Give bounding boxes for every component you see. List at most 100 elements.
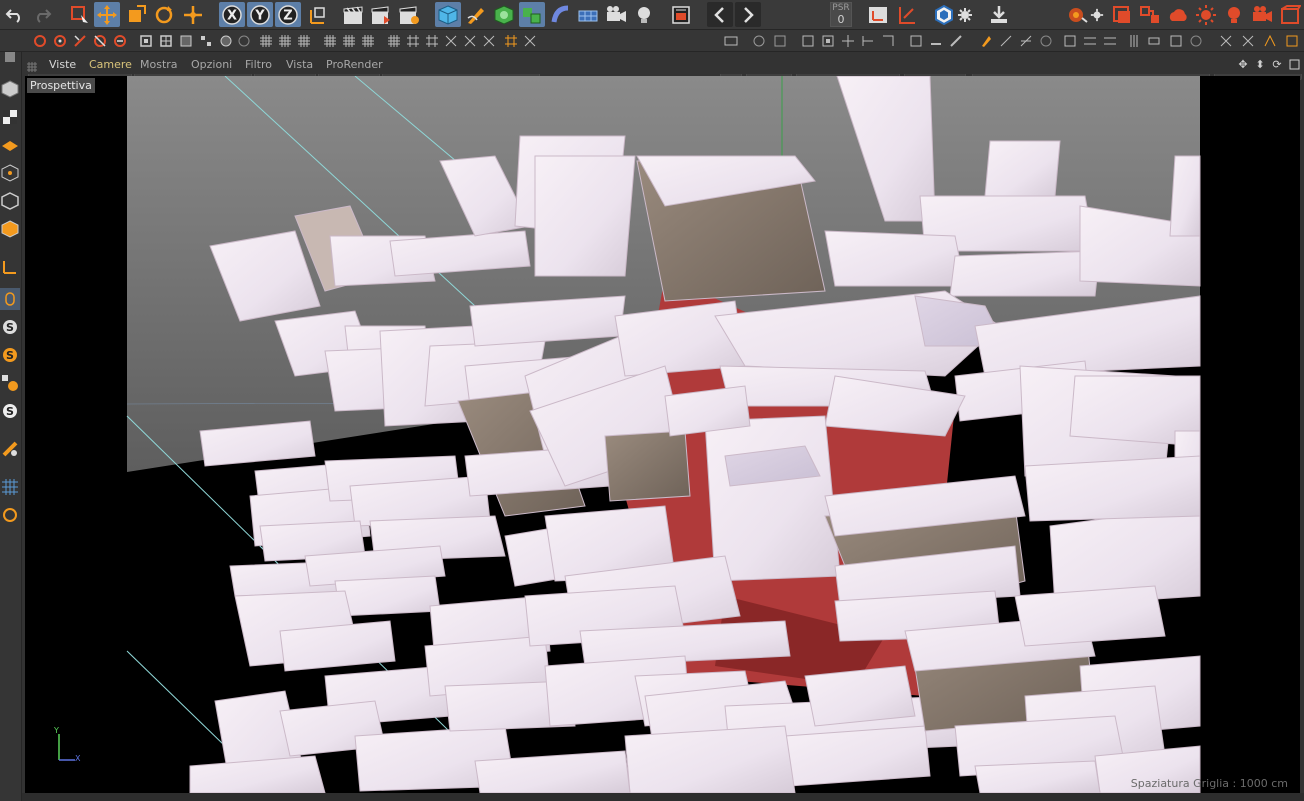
scale-tool-icon[interactable] — [123, 2, 149, 27]
layout-3-icon[interactable] — [1262, 33, 1278, 49]
poly-grid-7-icon[interactable] — [522, 33, 538, 49]
poly-grid-5-icon[interactable] — [462, 33, 478, 49]
obj-tool-2-icon[interactable] — [820, 33, 836, 49]
bridge-icon[interactable] — [198, 33, 214, 49]
menu-filtro[interactable]: Filtro — [245, 58, 272, 71]
prev-layout-icon[interactable] — [707, 2, 733, 27]
planar-workplane-icon[interactable] — [0, 476, 20, 498]
light-object-icon[interactable] — [631, 2, 657, 27]
z-axis-lock-icon[interactable]: Z — [275, 2, 301, 27]
snap-s-white-icon[interactable]: S — [0, 400, 20, 422]
layout-1-icon[interactable] — [1218, 33, 1234, 49]
poly-grid-3-icon[interactable] — [424, 33, 440, 49]
plugin-7-icon[interactable] — [1102, 33, 1118, 49]
menu-mostra[interactable]: Mostra — [140, 58, 178, 71]
plugin-4-icon[interactable] — [1038, 33, 1054, 49]
layout-2-icon[interactable] — [1240, 33, 1256, 49]
lock-workplane-icon[interactable] — [0, 438, 20, 460]
magnet-tool-icon[interactable] — [92, 33, 108, 49]
texture-mode-icon[interactable] — [0, 106, 20, 128]
redo-icon[interactable] — [29, 2, 55, 27]
edit-tool-icon[interactable] — [751, 33, 767, 49]
octane-materials-icon[interactable] — [1137, 2, 1163, 27]
tex-tool-2-icon[interactable] — [928, 33, 944, 49]
spline-pen-icon[interactable] — [463, 2, 489, 27]
camera-object-icon[interactable] — [603, 2, 629, 27]
octane-sun-icon[interactable] — [1193, 2, 1219, 27]
obj-tool-1-icon[interactable] — [800, 33, 816, 49]
snap-settings-icon[interactable] — [52, 33, 68, 49]
loop-cut-icon[interactable] — [218, 33, 234, 49]
poly-grid-2-icon[interactable] — [405, 33, 421, 49]
edges-mode-icon[interactable] — [0, 190, 20, 212]
viewport-rotate-icon[interactable]: ⟳ — [1270, 57, 1284, 71]
weld-icon[interactable] — [236, 33, 252, 49]
obj-tool-5-icon[interactable] — [880, 33, 896, 49]
grid-select-3-icon[interactable] — [296, 33, 312, 49]
snap-s-orange-icon[interactable]: S — [0, 344, 20, 366]
axis-modify-icon[interactable] — [893, 2, 919, 27]
obj-tool-4-icon[interactable] — [860, 33, 876, 49]
subdivision-surface-icon[interactable] — [491, 2, 517, 27]
points-mode-icon[interactable] — [0, 162, 20, 184]
next-layout-icon[interactable] — [735, 2, 761, 27]
viewport-camera-label[interactable]: Prospettiva — [27, 78, 95, 93]
octane-settings-icon[interactable] — [1088, 2, 1106, 27]
viewport-move-icon[interactable]: ✥ — [1236, 57, 1250, 71]
mesh-grid-icon[interactable] — [322, 33, 338, 49]
octane-object-tag-icon[interactable] — [1277, 2, 1303, 27]
poly-grid-orange-icon[interactable] — [503, 33, 519, 49]
render-picture-viewer-icon[interactable] — [368, 2, 394, 27]
octane-render-icon[interactable] — [1064, 2, 1090, 27]
grid-select-2-icon[interactable] — [277, 33, 293, 49]
layout-4-icon[interactable] — [1284, 33, 1300, 49]
workplane-icon[interactable] — [865, 2, 891, 27]
tweak-mode-icon[interactable] — [0, 288, 20, 310]
quantize-icon[interactable] — [0, 504, 20, 526]
plugin-11-icon[interactable] — [1188, 33, 1204, 49]
plugin-orange-icon[interactable] — [978, 33, 994, 49]
menu-prorender[interactable]: ProRender — [326, 58, 383, 71]
plugin-3-icon[interactable] — [1018, 33, 1034, 49]
edit-tool-2-icon[interactable] — [772, 33, 788, 49]
render-queue-icon[interactable] — [668, 2, 694, 27]
mesh-grid-3-icon[interactable] — [360, 33, 376, 49]
inset-icon[interactable] — [178, 33, 194, 49]
menu-opzioni[interactable]: Opzioni — [191, 58, 232, 71]
y-axis-lock-icon[interactable]: Y — [247, 2, 273, 27]
knife-tool-icon[interactable] — [72, 33, 88, 49]
render-settings-icon[interactable] — [396, 2, 422, 27]
plugin-10-icon[interactable] — [1168, 33, 1184, 49]
plugin-2-icon[interactable] — [998, 33, 1014, 49]
viewport-zoom-icon[interactable]: ⬍ — [1253, 57, 1267, 71]
psr-snap-icon[interactable]: PSR 0 — [828, 2, 854, 27]
array-generator-icon[interactable] — [519, 2, 545, 27]
plugin-5-icon[interactable] — [1062, 33, 1078, 49]
coordinate-system-icon[interactable] — [304, 2, 330, 27]
octane-sky-icon[interactable] — [1165, 2, 1191, 27]
snap-s-icon[interactable]: S — [0, 316, 20, 338]
undo-icon[interactable] — [2, 2, 28, 27]
polygons-mode-icon[interactable] — [0, 218, 20, 240]
snap-s-grid-icon[interactable] — [0, 372, 20, 394]
mesh-grid-2-icon[interactable] — [341, 33, 357, 49]
octane-light-icon[interactable] — [1221, 2, 1247, 27]
live-selection-icon[interactable] — [67, 2, 93, 27]
axis-mode-icon[interactable] — [0, 256, 20, 278]
poly-grid-4-icon[interactable] — [443, 33, 459, 49]
deformer-bend-icon[interactable] — [548, 2, 574, 27]
tex-tool-1-icon[interactable] — [908, 33, 924, 49]
model-mode-icon[interactable] — [0, 78, 20, 100]
plugin-9-icon[interactable] — [1146, 33, 1162, 49]
obj-tool-3-icon[interactable] — [840, 33, 856, 49]
brush-tool-icon[interactable] — [112, 33, 128, 49]
multi-transform-icon[interactable] — [180, 2, 206, 27]
snap-icon[interactable] — [32, 33, 48, 49]
bevel-icon[interactable] — [158, 33, 174, 49]
plugin-6-icon[interactable] — [1082, 33, 1098, 49]
plugin-8-icon[interactable] — [1126, 33, 1142, 49]
make-editable-icon[interactable] — [0, 46, 20, 68]
workplane-mode-icon[interactable] — [0, 134, 20, 156]
grid-select-icon[interactable] — [258, 33, 274, 49]
menu-viste[interactable]: Viste — [49, 58, 76, 71]
